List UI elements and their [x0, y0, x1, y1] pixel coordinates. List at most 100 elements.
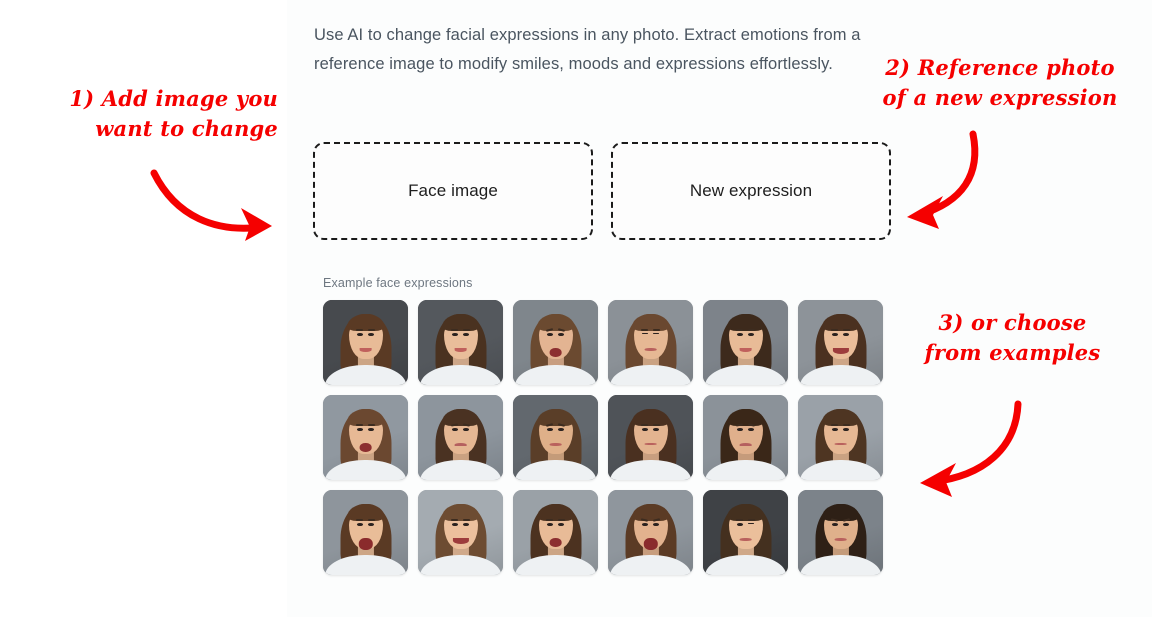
example-thumbnail[interactable]	[323, 395, 408, 480]
thumbnail-eye-left	[642, 428, 648, 432]
example-thumbnail[interactable]	[703, 490, 788, 575]
thumbnail-eye-left	[832, 333, 838, 337]
thumbnail-brow-right	[842, 424, 850, 426]
thumbnail-eye-right	[368, 333, 374, 337]
thumbnail-eye-right	[748, 333, 754, 337]
thumbnail-brow-right	[557, 519, 565, 521]
thumbnail-mouth	[549, 442, 562, 446]
app-canvas: Use AI to change facial expressions in a…	[0, 0, 1152, 617]
thumbnail-mouth	[832, 347, 849, 355]
example-thumbnail[interactable]	[703, 395, 788, 480]
thumbnail-mouth	[454, 442, 467, 446]
example-thumbnail[interactable]	[798, 395, 883, 480]
example-thumbnail[interactable]	[323, 490, 408, 575]
thumbnail-eye-left	[832, 523, 838, 527]
thumbnail-eye-left	[357, 523, 363, 527]
annotation-step-3-text: 3) or choose from examples	[924, 310, 1101, 365]
thumbnail-eye-left	[642, 523, 648, 527]
thumbnail-eye-left	[357, 428, 363, 432]
thumbnail-eye-right	[558, 523, 564, 527]
examples-section-label: Example face expressions	[323, 276, 473, 290]
example-thumbnail[interactable]	[608, 300, 693, 385]
thumbnail-mouth	[643, 537, 658, 551]
thumbnail-brow-right	[842, 329, 850, 331]
thumbnail-brow-left	[641, 424, 649, 426]
example-thumbnail[interactable]	[798, 300, 883, 385]
thumbnail-eye-left	[547, 333, 553, 337]
thumbnail-brow-left	[831, 424, 839, 426]
new-expression-dropzone-label: New expression	[689, 181, 813, 200]
thumbnail-eye-left	[452, 428, 458, 432]
thumbnail-brow-left	[736, 329, 744, 331]
example-thumbnail[interactable]	[418, 490, 503, 575]
thumbnail-brow-right	[462, 519, 470, 521]
thumbnail-brow-right	[462, 329, 470, 331]
example-thumbnail[interactable]	[513, 300, 598, 385]
thumbnail-mouth	[644, 347, 657, 351]
thumbnail-brow-left	[831, 329, 839, 331]
thumbnail-eye-left	[452, 333, 458, 337]
thumbnail-eye-right	[843, 523, 849, 527]
thumbnail-eye-left	[547, 428, 553, 432]
annotation-step-1-arrow-icon	[150, 169, 272, 241]
thumbnail-brow-right	[747, 519, 755, 521]
thumbnail-brow-right	[367, 519, 375, 521]
thumbnail-eye-left	[452, 523, 458, 527]
annotation-step-1-text: 1) Add image you want to change	[69, 86, 278, 141]
thumbnail-mouth	[358, 537, 373, 551]
example-thumbnail[interactable]	[418, 300, 503, 385]
thumbnail-brow-left	[451, 519, 459, 521]
thumbnail-mouth	[549, 537, 562, 547]
thumbnail-mouth	[359, 442, 372, 452]
thumbnail-eye-right	[368, 523, 374, 527]
thumbnail-eye-right	[558, 333, 564, 337]
thumbnail-mouth	[452, 537, 469, 545]
example-expressions-grid	[323, 300, 885, 575]
thumbnail-eye-left	[737, 523, 743, 527]
example-thumbnail[interactable]	[418, 395, 503, 480]
thumbnail-eye-right	[558, 428, 564, 432]
thumbnail-brow-left	[356, 329, 364, 331]
thumbnail-eye-right	[748, 428, 754, 432]
thumbnail-mouth	[834, 442, 847, 445]
thumbnail-eye-right	[653, 428, 659, 432]
example-thumbnail[interactable]	[323, 300, 408, 385]
thumbnail-brow-left	[641, 329, 649, 331]
face-image-dropzone-label: Face image	[408, 181, 498, 200]
thumbnail-eye-right	[368, 428, 374, 432]
thumbnail-brow-right	[367, 329, 375, 331]
thumbnail-eye-left	[737, 428, 743, 432]
thumbnail-mouth	[549, 347, 562, 357]
thumbnail-eye-right	[463, 333, 469, 337]
thumbnail-brow-right	[367, 424, 375, 426]
annotation-step-2-text: 2) Reference photo of a new expression	[882, 55, 1118, 110]
thumbnail-mouth	[739, 537, 752, 541]
thumbnail-brow-left	[546, 519, 554, 521]
thumbnail-eye-right	[843, 428, 849, 432]
thumbnail-brow-right	[652, 424, 660, 426]
thumbnail-eye-left	[832, 428, 838, 432]
thumbnail-mouth	[834, 537, 847, 541]
thumbnail-eye-right	[653, 523, 659, 527]
thumbnail-brow-left	[736, 519, 744, 521]
example-thumbnail[interactable]	[608, 490, 693, 575]
example-thumbnail[interactable]	[608, 395, 693, 480]
thumbnail-eye-right	[463, 523, 469, 527]
thumbnail-eye-left	[547, 523, 553, 527]
example-thumbnail[interactable]	[798, 490, 883, 575]
thumbnail-brow-left	[356, 519, 364, 521]
thumbnail-eye-right	[843, 333, 849, 337]
example-thumbnail[interactable]	[513, 490, 598, 575]
thumbnail-eye-right	[463, 428, 469, 432]
thumbnail-brow-left	[356, 424, 364, 426]
intro-description: Use AI to change facial expressions in a…	[314, 26, 861, 73]
thumbnail-eye-left	[737, 333, 743, 337]
thumbnail-brow-right	[747, 329, 755, 331]
thumbnail-eye-left	[357, 333, 363, 337]
example-thumbnail[interactable]	[703, 300, 788, 385]
new-expression-dropzone[interactable]: New expression	[611, 142, 891, 240]
face-image-dropzone[interactable]: Face image	[313, 142, 593, 240]
example-thumbnail[interactable]	[513, 395, 598, 480]
thumbnail-brow-left	[451, 329, 459, 331]
thumbnail-mouth	[644, 442, 657, 445]
